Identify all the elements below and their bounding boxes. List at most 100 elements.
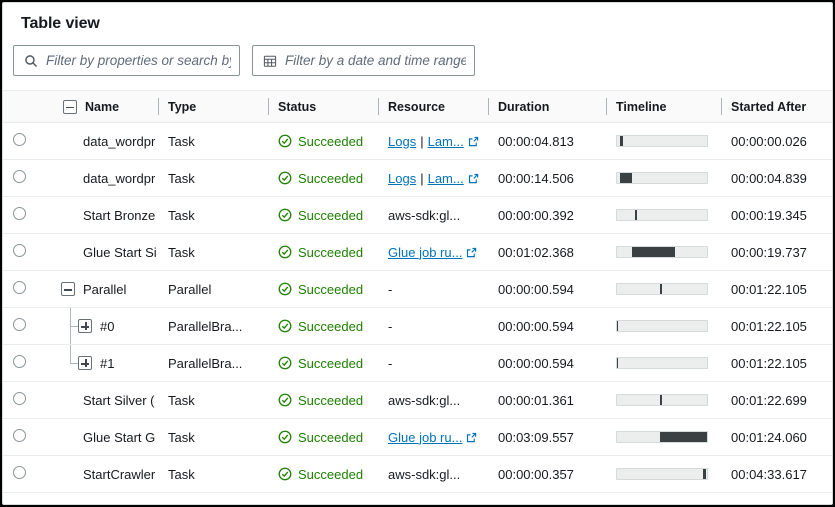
cell-type: ParallelBra...	[158, 344, 268, 382]
external-link-icon[interactable]	[466, 432, 477, 443]
table-header-row: Name Type Status Resource Duration Timel…	[3, 90, 832, 123]
row-radio-button[interactable]	[13, 170, 26, 183]
table-row[interactable]: Glue Start Si Task Succeeded Glue job ru...…	[3, 233, 832, 271]
date-range-placeholder-text: Filter by a date and time range	[285, 53, 466, 68]
row-radio-button[interactable]	[13, 355, 26, 368]
resource-link[interactable]: Lam...	[428, 134, 464, 149]
table-body: data_wordpr Task Succeeded Logs | Lam... 00:00…	[3, 122, 832, 493]
table-row[interactable]: #0 ParallelBra... Succeeded - 00:00:00.594 00…	[3, 307, 832, 345]
cell-duration: 00:00:01.361	[488, 381, 606, 419]
cell-started-after: 00:00:04.839	[721, 159, 832, 197]
cell-started-after: 00:00:00.026	[721, 122, 832, 160]
success-check-icon	[278, 282, 292, 296]
table-row[interactable]: Parallel Parallel Succeeded - 00:00:00.594 00…	[3, 270, 832, 308]
row-select-cell[interactable]	[3, 233, 53, 271]
resource-link[interactable]: Logs	[388, 171, 416, 186]
cell-resource: -	[378, 307, 488, 345]
row-radio-button[interactable]	[13, 318, 26, 331]
column-header-started-after[interactable]: Started After	[721, 90, 832, 123]
table-row[interactable]: Glue Start G Task Succeeded Glue job ru... 0…	[3, 418, 832, 456]
cell-started-after: 00:01:24.060	[721, 418, 832, 456]
cell-status: Succeeded	[268, 307, 378, 345]
resource-link[interactable]: Glue job ru...	[388, 245, 462, 260]
expand-row-icon[interactable]	[78, 356, 92, 370]
status-badge: Succeeded	[298, 392, 364, 408]
cell-type: Task	[158, 381, 268, 419]
table-header: Name Type Status Resource Duration Timel…	[3, 90, 832, 123]
cell-timeline	[606, 344, 721, 382]
table-row[interactable]: Start Bronze Task Succeeded aws-sdk:gl... 00…	[3, 196, 832, 234]
row-radio-button[interactable]	[13, 429, 26, 442]
column-header-duration[interactable]: Duration	[488, 90, 606, 123]
resource-link[interactable]: Lam...	[428, 171, 464, 186]
row-radio-button[interactable]	[13, 244, 26, 257]
timeline-bar-track	[616, 209, 708, 221]
external-link-icon[interactable]	[466, 247, 477, 258]
cell-status: Succeeded	[268, 381, 378, 419]
cell-status: Succeeded	[268, 418, 378, 456]
row-radio-button[interactable]	[13, 392, 26, 405]
tree-connector-line	[70, 345, 71, 363]
cell-duration: 00:00:00.392	[488, 196, 606, 234]
row-radio-button[interactable]	[13, 466, 26, 479]
success-check-icon	[278, 208, 292, 222]
timeline-bar-segment	[660, 432, 707, 442]
timeline-bar-track	[616, 431, 708, 443]
table-row[interactable]: Start Silver (Task Succeeded aws-sdk:gl...…	[3, 381, 832, 419]
status-badge: Succeeded	[298, 207, 364, 223]
collapse-all-icon[interactable]	[63, 99, 77, 114]
row-select-cell[interactable]	[3, 455, 53, 493]
search-input[interactable]: Filter by properties or search by i	[13, 45, 240, 76]
timeline-bar-segment	[660, 395, 662, 405]
date-range-input[interactable]: Filter by a date and time range	[252, 45, 475, 76]
row-select-cell[interactable]	[3, 381, 53, 419]
row-select-cell[interactable]	[3, 196, 53, 234]
timeline-bar-track	[616, 394, 708, 406]
resource-text: -	[388, 355, 393, 371]
timeline-bar-segment	[619, 173, 633, 183]
table-row[interactable]: data_wordpr Task Succeeded Logs | Lam... 00:00…	[3, 159, 832, 197]
column-header-timeline[interactable]: Timeline	[606, 90, 721, 123]
row-select-cell[interactable]	[3, 159, 53, 197]
cell-resource: -	[378, 344, 488, 382]
row-name-text: data_wordpr	[83, 133, 156, 149]
external-link-icon[interactable]	[468, 136, 479, 147]
row-select-cell[interactable]	[3, 270, 53, 308]
cell-started-after: 00:04:33.617	[721, 455, 832, 493]
column-header-type[interactable]: Type	[158, 90, 268, 123]
table-row[interactable]: #1 ParallelBra... Succeeded - 00:00:00.594 00…	[3, 344, 832, 382]
column-header-name[interactable]: Name	[53, 90, 158, 123]
row-name-text: Glue Start G	[83, 429, 156, 445]
resource-link[interactable]: Logs	[388, 134, 416, 149]
table-row[interactable]: StartCrawler Task Succeeded aws-sdk:gl... 00…	[3, 455, 832, 493]
row-select-cell[interactable]	[3, 307, 53, 345]
row-radio-button[interactable]	[13, 207, 26, 220]
status-badge: Succeeded	[298, 170, 364, 186]
row-select-cell[interactable]	[3, 122, 53, 160]
status-badge: Succeeded	[298, 318, 364, 334]
cell-started-after: 00:01:22.105	[721, 344, 832, 382]
status-badge: Succeeded	[298, 281, 364, 297]
status-badge: Succeeded	[298, 355, 364, 371]
column-header-status[interactable]: Status	[268, 90, 378, 123]
cell-duration: 00:03:09.557	[488, 418, 606, 456]
expand-row-icon[interactable]	[78, 319, 92, 333]
collapse-row-icon[interactable]	[61, 282, 75, 296]
row-radio-button[interactable]	[13, 281, 26, 294]
column-header-resource[interactable]: Resource	[378, 90, 488, 123]
cell-duration: 00:00:04.813	[488, 122, 606, 160]
resource-link[interactable]: Glue job ru...	[388, 430, 462, 445]
row-select-cell[interactable]	[3, 344, 53, 382]
row-name-text: StartCrawler	[83, 466, 156, 482]
cell-resource: aws-sdk:gl...	[378, 196, 488, 234]
row-radio-button[interactable]	[13, 133, 26, 146]
row-name-text: Start Silver (	[83, 392, 155, 408]
table-row[interactable]: data_wordpr Task Succeeded Logs | Lam... 00:00…	[3, 122, 832, 160]
timeline-bar-track	[616, 135, 708, 147]
row-select-cell[interactable]	[3, 418, 53, 456]
resource-separator: |	[420, 170, 424, 186]
cell-name: Start Silver (	[53, 381, 158, 419]
external-link-icon[interactable]	[468, 173, 479, 184]
row-name-text: #1	[100, 355, 115, 371]
cell-name: #1	[53, 344, 158, 382]
